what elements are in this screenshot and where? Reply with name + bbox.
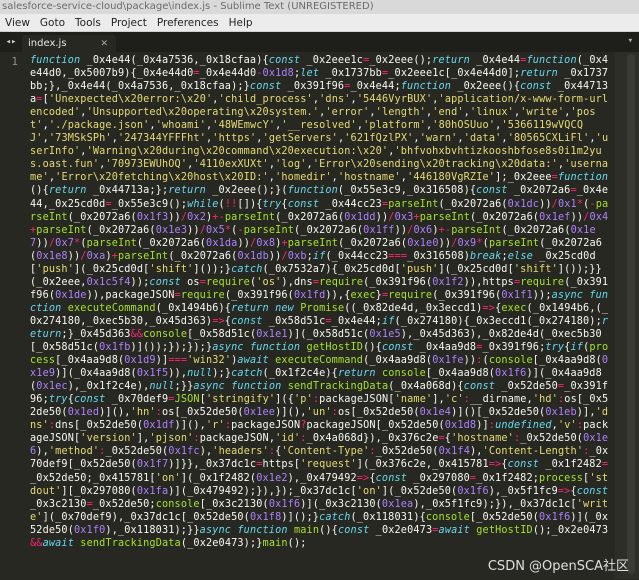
watermark-text: CSDN @OpenSCA社区 (487, 559, 629, 574)
menu-tools[interactable]: Tools (72, 17, 108, 29)
tab-nav-arrows-icon[interactable]: ◂▸ (0, 32, 22, 52)
menu-goto[interactable]: Goto (37, 17, 72, 29)
tab-label: index.js (28, 38, 67, 49)
menu-preferences[interactable]: Preferences (154, 17, 226, 29)
window-titlebar: salesforce-service-cloud\package\index.j… (0, 0, 639, 14)
menu-help[interactable]: Help (226, 17, 260, 29)
menu-bar: View Goto Tools Project Preferences Help (0, 14, 639, 32)
tab-index-js[interactable]: index.js ✕ (22, 35, 116, 52)
menu-view[interactable]: View (2, 17, 37, 29)
chevron-down-icon[interactable]: ▾ (628, 36, 633, 46)
vertical-scrollbar[interactable] (627, 54, 635, 574)
code-editor[interactable]: 1 function _0x4e44(_0x4a7536,_0x18cfaa){… (0, 52, 639, 579)
close-icon[interactable]: ✕ (100, 39, 108, 49)
tab-bar: ◂▸ index.js ✕ ▾ (0, 32, 639, 52)
line-number-gutter: 1 (0, 52, 26, 579)
window-title: salesforce-service-cloud\package\index.j… (2, 1, 374, 12)
menu-project[interactable]: Project (108, 17, 154, 29)
code-text[interactable]: function _0x4e44(_0x4a7536,_0x18cfaa){co… (30, 54, 612, 550)
line-number: 1 (11, 55, 18, 68)
